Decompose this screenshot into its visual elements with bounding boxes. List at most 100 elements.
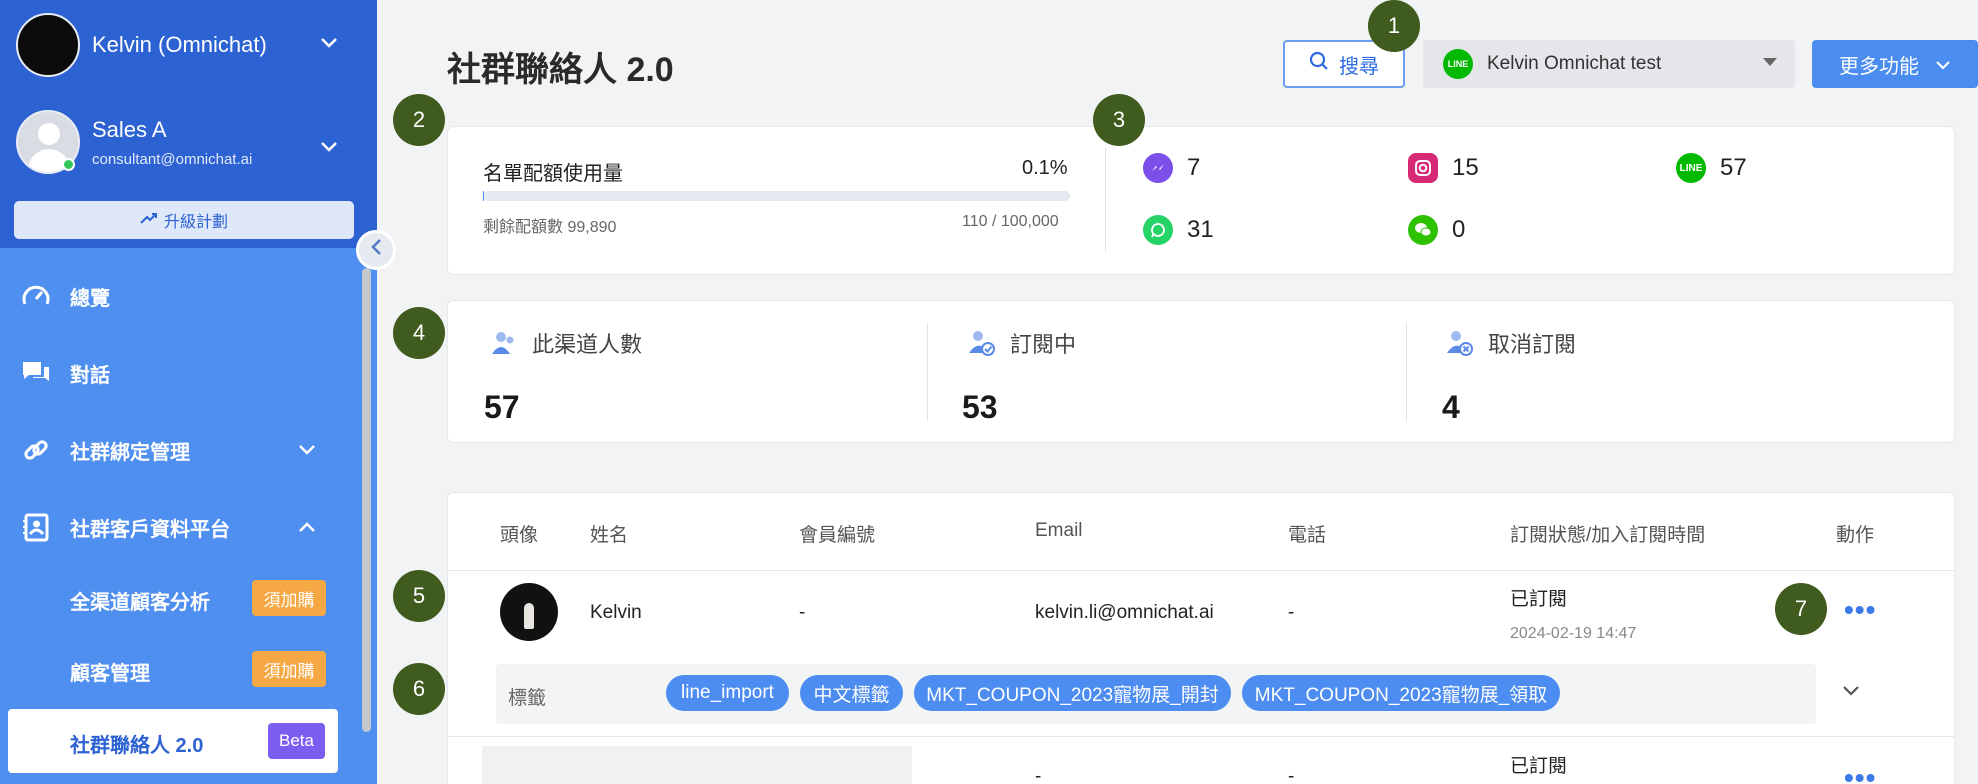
column-header-avatar: 頭像	[500, 525, 539, 546]
subnav-customer-management[interactable]: 顧客管理	[70, 657, 150, 686]
column-header-member-id: 會員編號	[799, 525, 876, 546]
tag-chip[interactable]: line_import	[666, 675, 789, 711]
nav-social-binding-chevron-down-icon[interactable]	[298, 443, 316, 461]
subscriber-stats-card: 此渠道人數 57 訂閱中 53 取消訂閱 4	[447, 300, 1955, 443]
quota-remaining: 剩餘配額數 99,890	[483, 219, 617, 236]
channel-select[interactable]: LINE Kelvin Omnichat test	[1423, 40, 1795, 88]
messenger-icon	[1143, 153, 1173, 183]
step-marker: 5	[393, 570, 445, 622]
nav-customer-data-platform[interactable]: 社群客戶資料平台	[20, 511, 230, 543]
agent-email: consultant@omnichat.ai	[92, 150, 253, 168]
more-features-button[interactable]: 更多功能	[1812, 40, 1978, 88]
nav-customer-data-platform-label: 社群客戶資料平台	[70, 518, 230, 541]
tag-chip[interactable]: MKT_COUPON_2023寵物展_領取	[1242, 675, 1560, 711]
stat-channel-users-label: 此渠道人數	[488, 327, 642, 359]
nav-conversations[interactable]: 對話	[20, 357, 110, 389]
channel-count-value: 31	[1187, 216, 1214, 243]
column-header-subscription: 訂閱狀態/加入訂閱時間	[1510, 525, 1706, 546]
contact-name[interactable]: Kelvin	[590, 602, 642, 624]
column-header-phone: 電話	[1288, 525, 1327, 546]
agent-profile[interactable]: Sales A consultant@omnichat.ai	[16, 110, 252, 174]
contact-row-placeholder	[482, 746, 912, 784]
contact-phone: -	[1288, 602, 1295, 623]
channel-count-value: 57	[1720, 154, 1747, 181]
nav-customer-data-platform-chevron-up-icon[interactable]	[298, 520, 316, 538]
collapse-sidebar-button[interactable]	[356, 230, 396, 270]
nav-social-binding[interactable]: 社群綁定管理	[20, 434, 190, 466]
more-actions-icon[interactable]: •••	[1844, 762, 1876, 784]
more-features-label: 更多功能	[1839, 55, 1919, 78]
tag-chip[interactable]: MKT_COUPON_2023寵物展_開封	[914, 675, 1231, 711]
nav-overview[interactable]: 總覽	[20, 280, 110, 312]
channel-count-instagram: 15	[1408, 153, 1479, 183]
dashboard-gauge-icon	[20, 280, 52, 312]
divider	[1406, 323, 1407, 421]
step-marker: 6	[393, 663, 445, 715]
caret-down-icon	[1763, 58, 1777, 66]
users-icon	[488, 328, 518, 358]
contact-member-id: -	[1035, 766, 1042, 784]
user-check-icon	[966, 328, 996, 358]
trending-up-icon	[140, 211, 158, 230]
subnav-social-contacts-active[interactable]: 社群聯絡人 2.0 Beta	[8, 709, 338, 773]
quota-count: 110 / 100,000	[962, 213, 1059, 230]
column-header-actions: 動作	[1836, 525, 1875, 546]
wechat-icon	[1408, 215, 1438, 245]
column-header-email: Email	[1035, 520, 1083, 541]
subscription-time: 2024-02-19 14:47	[1510, 625, 1637, 642]
line-icon: LINE	[1676, 153, 1706, 183]
subscription-status: 已訂閱	[1510, 756, 1568, 777]
channel-count-messenger: 7	[1143, 153, 1200, 183]
quota-progress-bar	[483, 191, 1070, 201]
nav-social-binding-label: 社群綁定管理	[70, 441, 190, 464]
addon-required-badge: 須加購	[252, 651, 326, 687]
step-marker: 1	[1368, 0, 1420, 52]
tag-chip[interactable]: 中文標籤	[800, 675, 903, 711]
channel-count-value: 7	[1187, 154, 1201, 181]
subnav-omnichannel-analysis[interactable]: 全渠道顧客分析	[70, 586, 210, 615]
channel-count-value: 15	[1452, 154, 1479, 181]
contact-avatar	[500, 583, 558, 641]
account-chevron-down-icon[interactable]	[320, 33, 338, 54]
subnav-social-contacts-label: 社群聯絡人 2.0	[70, 735, 204, 757]
row-divider	[448, 736, 1954, 737]
tags-label: 標籤	[508, 688, 547, 709]
step-marker: 2	[393, 94, 445, 146]
chevron-down-icon	[1935, 53, 1951, 76]
step-marker: 7	[1775, 583, 1827, 635]
contacts-table	[447, 492, 1955, 784]
account-avatar	[16, 13, 80, 77]
quota-percent: 0.1%	[1022, 157, 1068, 179]
page-title: 社群聯絡人 2.0	[447, 51, 674, 89]
stat-unsubscribed-value: 4	[1442, 389, 1460, 425]
sidebar-scrollbar[interactable]	[362, 268, 371, 732]
step-marker: 4	[393, 307, 445, 359]
stat-subscribed-label: 訂閱中	[966, 327, 1076, 359]
account-name: Kelvin (Omnichat)	[92, 32, 267, 57]
quota-channels-card: 名單配額使用量 0.1% 剩餘配額數 99,890 110 / 100,000 …	[447, 126, 1955, 275]
online-status-dot	[62, 158, 75, 171]
channel-count-line: LINE 57	[1676, 153, 1747, 183]
instagram-icon	[1408, 153, 1438, 183]
upgrade-plan-button[interactable]: 升級計劃	[14, 201, 354, 239]
search-button-label: 搜尋	[1339, 55, 1379, 78]
whatsapp-icon	[1143, 215, 1173, 245]
addon-required-badge: 須加購	[252, 580, 326, 616]
quota-label: 名單配額使用量	[483, 163, 623, 185]
channel-select-value: Kelvin Omnichat test	[1487, 53, 1662, 74]
chat-bubbles-icon	[20, 357, 52, 389]
agent-chevron-down-icon[interactable]	[320, 137, 338, 158]
account-switcher[interactable]: Kelvin (Omnichat)	[16, 13, 267, 77]
expand-tags-chevron-down-icon[interactable]	[1842, 681, 1860, 702]
subscription-status: 已訂閱	[1510, 589, 1568, 610]
more-actions-icon[interactable]: •••	[1844, 594, 1876, 626]
sidebar: Kelvin (Omnichat) Sales A consultant@omn…	[0, 0, 377, 784]
link-icon	[20, 434, 52, 466]
stat-unsubscribed-label: 取消訂閱	[1444, 327, 1576, 359]
contact-email: kelvin.li@omnichat.ai	[1035, 602, 1214, 623]
contact-phone: -	[1288, 766, 1295, 784]
contact-card-icon	[20, 511, 52, 543]
stat-channel-users-value: 57	[484, 389, 520, 425]
nav-conversations-label: 對話	[70, 364, 110, 387]
channel-count-value: 0	[1452, 216, 1466, 243]
